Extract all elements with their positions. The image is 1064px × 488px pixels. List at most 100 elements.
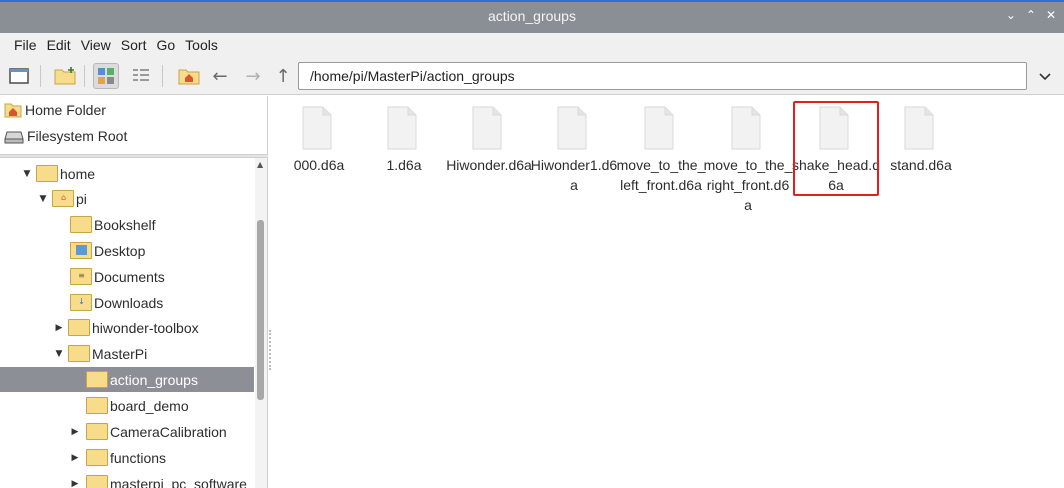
new-window-icon bbox=[9, 68, 29, 84]
file-item[interactable]: move_to_the_right_front.d6a bbox=[703, 104, 793, 214]
tree-item-masterpi-pc-software[interactable]: ▶ masterpi_pc_software bbox=[0, 471, 254, 488]
tree-item-board-demo[interactable]: board_demo bbox=[0, 393, 254, 418]
menu-edit[interactable]: Edit bbox=[42, 37, 76, 53]
expander-open-icon[interactable]: ▼ bbox=[53, 349, 65, 359]
tree-item-documents[interactable]: ≡ Documents bbox=[0, 264, 254, 289]
tree-item-hiwonder-toolbox[interactable]: ▶ hiwonder-toolbox bbox=[0, 315, 254, 340]
tree-item-label: Documents bbox=[94, 268, 165, 285]
minimize-icon[interactable]: ⌄ bbox=[1006, 8, 1016, 22]
maximize-icon[interactable]: ⌃ bbox=[1026, 8, 1036, 22]
document-icon bbox=[644, 106, 674, 150]
file-name: move_to_the_right_front.d6a bbox=[703, 157, 793, 213]
list-view-button[interactable] bbox=[128, 63, 154, 89]
tree-item-home[interactable]: ▼ home bbox=[0, 161, 254, 186]
folder-icon bbox=[86, 449, 108, 466]
file-item[interactable]: 000.d6a bbox=[274, 104, 364, 214]
file-item[interactable]: stand.d6a bbox=[876, 104, 966, 214]
window-title: action_groups bbox=[488, 8, 576, 24]
up-arrow-icon: ↑ bbox=[275, 65, 291, 87]
back-arrow-icon: ← bbox=[212, 65, 228, 87]
tree-item-label: Downloads bbox=[94, 294, 164, 311]
back-button[interactable]: ← bbox=[207, 63, 233, 89]
tree-item-functions[interactable]: ▶ functions bbox=[0, 445, 254, 470]
highlight-box bbox=[793, 101, 879, 196]
menu-bar: File Edit View Sort Go Tools bbox=[0, 33, 1064, 57]
file-name: 1.d6a bbox=[386, 157, 422, 173]
forward-button[interactable]: → bbox=[240, 63, 266, 89]
menu-file[interactable]: File bbox=[9, 37, 42, 53]
toolbar-separator bbox=[40, 65, 41, 87]
location-input[interactable]: /home/pi/MasterPi/action_groups bbox=[298, 62, 1027, 90]
home-folder-icon: ⌂ bbox=[52, 190, 74, 207]
tree-item-label: MasterPi bbox=[92, 345, 148, 362]
forward-arrow-icon: → bbox=[245, 65, 261, 87]
tree-scrollbar-thumb[interactable] bbox=[257, 220, 264, 400]
tree-item-label: home bbox=[60, 165, 96, 182]
file-item[interactable]: Hiwonder.d6a bbox=[444, 104, 534, 214]
tree-item-pi[interactable]: ▼ ⌂ pi bbox=[0, 186, 254, 211]
location-dropdown-button[interactable] bbox=[1034, 66, 1056, 88]
home-icon bbox=[4, 103, 22, 118]
file-item[interactable]: move_to_the_left_front.d6a bbox=[616, 104, 706, 214]
tree-item-desktop[interactable]: Desktop bbox=[0, 238, 254, 263]
chevron-down-icon bbox=[1039, 73, 1051, 81]
list-view-icon bbox=[133, 69, 149, 81]
tree-item-label: board_demo bbox=[110, 397, 189, 414]
folder-icon bbox=[70, 216, 92, 233]
toolbar-separator bbox=[84, 65, 85, 87]
file-view: 000.d6a 1.d6a Hiwonder.d6a Hiwonder1.d6a… bbox=[272, 96, 1064, 488]
menu-view[interactable]: View bbox=[76, 37, 116, 53]
document-icon bbox=[302, 106, 332, 150]
new-window-button[interactable] bbox=[6, 63, 32, 89]
expander-open-icon[interactable]: ▼ bbox=[21, 169, 33, 179]
new-folder-icon bbox=[54, 67, 76, 85]
file-name: stand.d6a bbox=[890, 157, 952, 173]
close-icon[interactable]: ✕ bbox=[1046, 8, 1056, 22]
tree-item-label: Desktop bbox=[94, 242, 146, 259]
tree-item-cameracalibration[interactable]: ▶ CameraCalibration bbox=[0, 419, 254, 444]
folder-tree: ▼ home ▼ ⌂ pi Bookshelf Desktop ≡ Docume… bbox=[0, 158, 268, 488]
place-filesystem-root[interactable]: Filesystem Root bbox=[4, 124, 127, 148]
document-icon bbox=[387, 106, 417, 150]
tree-item-label: functions bbox=[110, 449, 167, 466]
file-name: Hiwonder1.d6a bbox=[530, 157, 618, 193]
new-folder-button[interactable] bbox=[52, 63, 78, 89]
expander-closed-icon[interactable]: ▶ bbox=[53, 323, 65, 333]
place-label: Filesystem Root bbox=[27, 128, 128, 144]
place-home-folder[interactable]: Home Folder bbox=[4, 98, 106, 122]
icon-view-icon bbox=[98, 68, 114, 84]
icon-view-button[interactable] bbox=[93, 63, 119, 89]
file-item[interactable]: Hiwonder1.d6a bbox=[529, 104, 619, 214]
scroll-up-icon[interactable]: ▲ bbox=[257, 160, 263, 169]
tree-item-bookshelf[interactable]: Bookshelf bbox=[0, 212, 254, 237]
folder-icon bbox=[86, 371, 108, 388]
document-icon bbox=[731, 106, 761, 150]
menu-go[interactable]: Go bbox=[151, 37, 180, 53]
place-label: Home Folder bbox=[25, 102, 106, 118]
folder-icon bbox=[86, 475, 108, 488]
expander-closed-icon[interactable]: ▶ bbox=[69, 427, 81, 437]
expander-closed-icon[interactable]: ▶ bbox=[69, 453, 81, 463]
file-name: Hiwonder.d6a bbox=[446, 157, 532, 173]
tree-item-label: pi bbox=[76, 190, 87, 207]
downloads-folder-icon: ↓ bbox=[70, 294, 92, 311]
expander-open-icon[interactable]: ▼ bbox=[37, 194, 49, 204]
tree-item-action-groups[interactable]: action_groups bbox=[0, 367, 254, 392]
tree-item-downloads[interactable]: ↓ Downloads bbox=[0, 290, 254, 315]
file-name: 000.d6a bbox=[293, 157, 345, 173]
folder-icon bbox=[68, 345, 90, 362]
home-button[interactable] bbox=[176, 63, 202, 89]
file-item[interactable]: 1.d6a bbox=[359, 104, 449, 214]
up-button[interactable]: ↑ bbox=[270, 63, 296, 89]
expander-closed-icon[interactable]: ▶ bbox=[69, 479, 81, 488]
menu-tools[interactable]: Tools bbox=[180, 37, 223, 53]
pane-resize-handle[interactable] bbox=[269, 330, 271, 370]
tree-item-label: masterpi_pc_software bbox=[110, 475, 247, 488]
tree-item-label: CameraCalibration bbox=[110, 423, 227, 440]
toolbar: ← → ↑ /home/pi/MasterPi/action_groups bbox=[0, 57, 1064, 95]
window-controls: ⌄ ⌃ ✕ bbox=[1006, 8, 1056, 22]
tree-item-masterpi[interactable]: ▼ MasterPi bbox=[0, 341, 254, 366]
drive-icon bbox=[4, 131, 24, 144]
tree-item-label: action_groups bbox=[110, 371, 198, 388]
menu-sort[interactable]: Sort bbox=[116, 37, 152, 53]
